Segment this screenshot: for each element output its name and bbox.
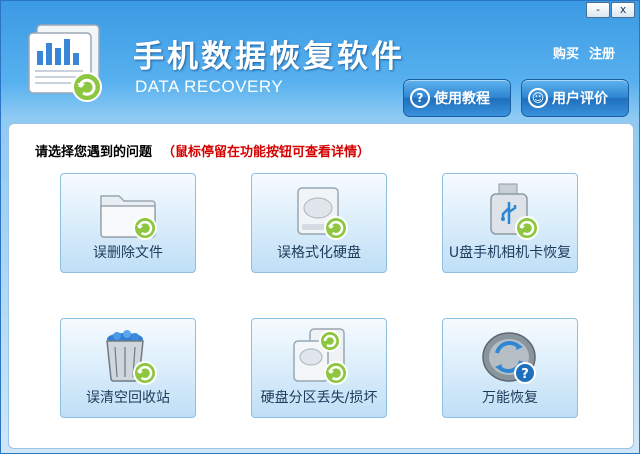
tile-universal-recovery[interactable]: ? 万能恢复 (442, 318, 578, 418)
top-links: 购买 注册 (553, 43, 615, 62)
tile-label: 误格式化硬盘 (277, 245, 361, 261)
register-link[interactable]: 注册 (589, 43, 615, 62)
tile-label: U盘手机相机卡恢复 (448, 245, 572, 261)
tile-label: 误删除文件 (93, 245, 163, 261)
window-controls: - x (586, 2, 635, 18)
tile-deleted-files[interactable]: 误删除文件 (60, 173, 196, 273)
tutorial-button-label: 使用教程 (434, 91, 490, 107)
universal-recover-icon: ? (482, 332, 536, 384)
app-subtitle: DATA RECOVERY (135, 77, 284, 96)
app-title: 手机数据恢复软件 (133, 39, 405, 75)
minimize-button[interactable]: - (586, 2, 610, 18)
close-button[interactable]: x (611, 2, 635, 18)
disk-partition-recover-icon (293, 328, 348, 385)
tile-label: 万能恢复 (482, 390, 538, 406)
app-window: - x 手机数据恢复软件 DATA RECOVERY 购买 注册 ? 使用教程 … (0, 0, 640, 454)
tile-disk-partition[interactable]: 硬盘分区丢失/损坏 (251, 318, 387, 418)
chat-circle-icon: ☺ (528, 88, 548, 108)
tile-recycle-bin[interactable]: 误清空回收站 (60, 318, 196, 418)
prompt-label: 请选择您遇到的问题 (35, 145, 153, 160)
harddisk-recover-icon (297, 187, 348, 240)
question-circle-icon: ? (410, 88, 430, 108)
tile-label: 硬盘分区丢失/损坏 (260, 390, 378, 406)
app-logo-icon (28, 24, 102, 102)
recycle-bin-recover-icon (106, 330, 157, 385)
tile-usb-card-recovery[interactable]: U盘手机相机卡恢复 (442, 173, 578, 273)
user-review-button-label: 用户评价 (552, 91, 608, 107)
folder-recover-icon (100, 195, 157, 240)
tile-label: 误清空回收站 (86, 390, 170, 406)
user-review-button[interactable]: ☺ 用户评价 (521, 79, 629, 117)
tile-formatted-disk[interactable]: 误格式化硬盘 (251, 173, 387, 273)
svg-text:?: ? (521, 367, 529, 382)
tutorial-button[interactable]: ? 使用教程 (403, 79, 511, 117)
main-panel: 请选择您遇到的问题 （鼠标停留在功能按钮可查看详情） 误删除文件 误格式化硬盘 … (8, 123, 634, 449)
prompt-text: 请选择您遇到的问题 （鼠标停留在功能按钮可查看详情） (35, 141, 370, 160)
usb-recover-icon (490, 183, 539, 240)
buy-link[interactable]: 购买 (553, 43, 579, 62)
hint-text: （鼠标停留在功能按钮可查看详情） (162, 145, 371, 160)
